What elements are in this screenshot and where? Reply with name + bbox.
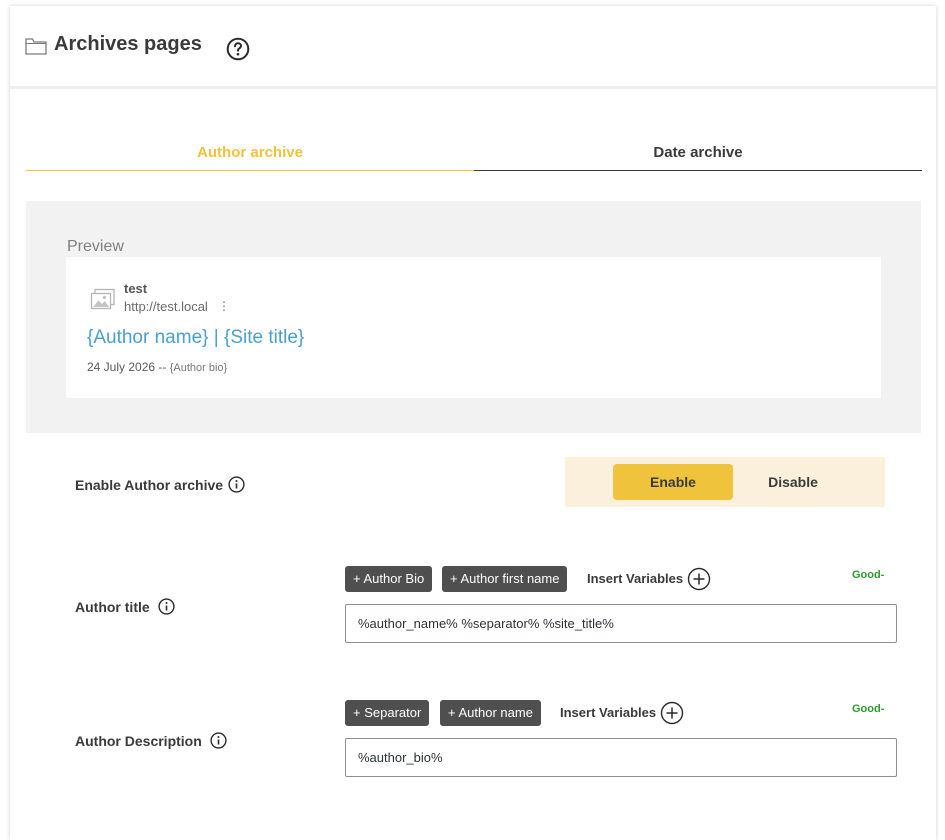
help-circle-icon[interactable] (226, 37, 250, 61)
preview-site-name: test (124, 281, 148, 296)
author-description-status: Good- (852, 703, 885, 715)
add-circle-icon[interactable] (687, 567, 711, 591)
preview-label: Preview (67, 238, 124, 255)
disable-button[interactable]: Disable (733, 464, 853, 500)
author-title-status: Good- (852, 569, 885, 581)
search-result-preview: test http://test.local ⋮ {Author name} |… (66, 257, 881, 398)
preview-date: 24 July 2026 -- (87, 360, 167, 374)
preview-description: {Author bio} (169, 362, 228, 374)
info-icon[interactable] (158, 598, 175, 615)
chip-author-name[interactable]: + Author name (440, 700, 541, 726)
preview-panel: Preview test http://test.local ⋮ {Author… (26, 201, 921, 433)
folder-icon (25, 38, 47, 55)
tab-date-archive[interactable]: Date archive (474, 136, 922, 171)
enable-author-archive-text: Enable Author archive (75, 477, 224, 493)
add-circle-icon[interactable] (660, 701, 684, 725)
preview-title: {Author name} | {Site title} (87, 327, 305, 348)
enable-button[interactable]: Enable (613, 464, 733, 500)
author-title-input[interactable]: %author_name% %separator% %site_title% (345, 604, 897, 643)
chip-separator[interactable]: + Separator (345, 700, 430, 726)
author-description-input[interactable]: %author_bio% (345, 738, 897, 777)
insert-variables-button[interactable]: Insert Variables (560, 705, 656, 720)
info-icon[interactable] (228, 476, 245, 493)
author-description-text: Author Description (75, 733, 202, 749)
insert-variables-button[interactable]: Insert Variables (587, 571, 683, 586)
author-title-label: Author title (75, 598, 175, 615)
archive-tabs: Author archive Date archive (26, 136, 922, 171)
preview-snippet: 24 July 2026 -- {Author bio} (87, 360, 227, 374)
author-title-text: Author title (75, 599, 150, 615)
author-description-label: Author Description (75, 732, 227, 749)
enable-disable-toggle: Enable Disable (565, 457, 885, 507)
image-placeholder-icon (90, 288, 115, 310)
info-icon[interactable] (210, 732, 227, 749)
page-title: Archives pages (54, 33, 202, 55)
enable-author-archive-label: Enable Author archive (75, 476, 245, 493)
card-header: Archives pages (10, 6, 936, 89)
tab-author-archive[interactable]: Author archive (26, 136, 474, 171)
preview-url: http://test.local (124, 299, 208, 314)
more-vertical-icon: ⋮ (218, 299, 230, 313)
chip-author-bio[interactable]: + Author Bio (345, 566, 433, 592)
chip-author-first-name[interactable]: + Author first name (442, 566, 568, 592)
archives-card: Archives pages Author archive Date archi… (10, 6, 936, 840)
